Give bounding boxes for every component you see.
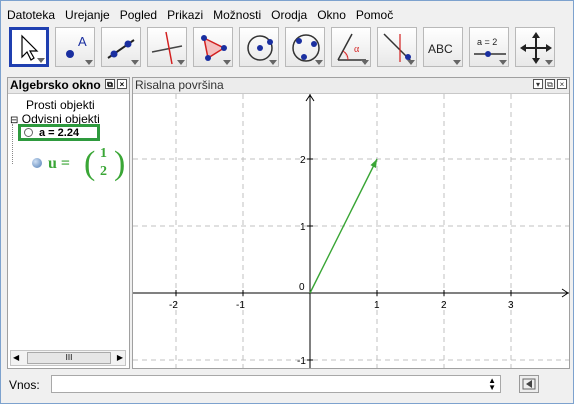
menu-pomoc[interactable]: Pomoč (350, 5, 397, 25)
input-label: Vnos: (9, 378, 40, 392)
origin-label: 0 (299, 282, 305, 293)
algebra-view-title: Algebrsko okno (10, 78, 101, 92)
menu-pogled[interactable]: Pogled (114, 5, 161, 25)
geogebra-window: Datoteka Urejanje Pogled Prikazi Možnost… (0, 0, 574, 404)
algebra-view-titlebar: Algebrsko okno ⧉ × (8, 78, 129, 94)
item-a-highlight[interactable]: a = 2.24 (18, 124, 100, 141)
undock-icon[interactable]: ⧉ (545, 79, 555, 89)
graphics-view-title: Risalna površina (135, 78, 224, 92)
polygon-tool-button[interactable] (193, 27, 233, 67)
scroll-left-icon[interactable]: ◀ (13, 353, 19, 362)
reflect-tool-button[interactable] (377, 27, 417, 67)
move-tool-button[interactable] (9, 27, 49, 67)
perpendicular-tool-button[interactable] (147, 27, 187, 67)
algebra-horizontal-scrollbar[interactable]: ◀ III ▶ (10, 350, 126, 366)
item-u-row[interactable]: u = ( 1 2 ) (18, 144, 126, 186)
svg-text:a = 2: a = 2 (477, 37, 497, 47)
vector-u-arrowhead (370, 159, 377, 168)
graphics-view[interactable]: Risalna površina ▾ ⧉ × -2 -1 1 2 3 2 1 -1 0 (132, 77, 570, 369)
free-objects-node[interactable]: Prosti objekti (26, 98, 95, 112)
undock-icon[interactable]: ⧉ (105, 79, 115, 89)
move-view-tool-button[interactable] (515, 27, 555, 67)
item-u-y: 2 (100, 164, 107, 179)
y-tick-label: -1 (297, 356, 306, 367)
close-icon[interactable]: × (557, 79, 567, 89)
close-icon[interactable]: × (117, 79, 127, 89)
input-bar: Vnos: ▲ ▼ (1, 371, 573, 403)
angle-tool-button[interactable]: α (331, 27, 371, 67)
visible-object-icon[interactable] (32, 158, 42, 168)
menu-orodja[interactable]: Orodja (265, 5, 311, 25)
item-u-label: u = (48, 155, 71, 172)
svg-text:α: α (354, 44, 360, 55)
style-bar-toggle-icon[interactable]: ▾ (533, 79, 543, 89)
virtual-keyboard-icon[interactable] (519, 375, 539, 393)
visibility-toggle-icon[interactable] (24, 128, 33, 137)
slider-tool-button[interactable]: a = 2 (469, 27, 509, 67)
point-tool-button[interactable]: A (55, 27, 95, 67)
algebra-view: Algebrsko okno ⧉ × Prosti objekti ⊟ Odvi… (7, 77, 130, 369)
svg-text:A: A (78, 34, 87, 49)
matrix-right-paren: ) (114, 145, 126, 182)
menu-okno[interactable]: Okno (311, 5, 350, 25)
circle-tool-button[interactable] (239, 27, 279, 67)
graphics-view-titlebar: Risalna površina ▾ ⧉ × (133, 78, 569, 94)
toolbar: A α ABC a = 2 (9, 27, 561, 71)
spinner-icon[interactable]: ▲ ▼ (488, 377, 496, 392)
scroll-thumb[interactable]: III (27, 352, 111, 364)
item-a-label: a = 2.24 (39, 127, 80, 139)
x-tick-label: 2 (441, 300, 447, 311)
item-u-x: 1 (100, 146, 107, 161)
menu-bar: Datoteka Urejanje Pogled Prikazi Možnost… (1, 5, 397, 25)
input-field[interactable]: ▲ ▼ (51, 375, 501, 393)
y-tick-label: 1 (300, 222, 306, 233)
conic-tool-button[interactable] (285, 27, 325, 67)
text-tool-button[interactable]: ABC (423, 27, 463, 67)
x-tick-label: -2 (169, 300, 178, 311)
x-tick-label: -1 (236, 300, 245, 311)
tree-connector (12, 124, 14, 164)
menu-datoteka[interactable]: Datoteka (1, 5, 59, 25)
svg-text:ABC: ABC (428, 42, 453, 56)
menu-prikazi[interactable]: Prikazi (161, 5, 207, 25)
coordinate-plane[interactable]: -2 -1 1 2 3 2 1 -1 0 (133, 94, 569, 368)
vector-u (309, 158, 378, 294)
y-tick-label: 2 (300, 155, 306, 166)
menu-moznosti[interactable]: Možnosti (207, 5, 265, 25)
x-tick-label: 1 (374, 300, 380, 311)
x-tick-label: 3 (508, 300, 514, 311)
menu-urejanje[interactable]: Urejanje (59, 5, 114, 25)
matrix-left-paren: ( (84, 145, 96, 182)
line-tool-button[interactable] (101, 27, 141, 67)
scroll-right-icon[interactable]: ▶ (117, 353, 123, 362)
